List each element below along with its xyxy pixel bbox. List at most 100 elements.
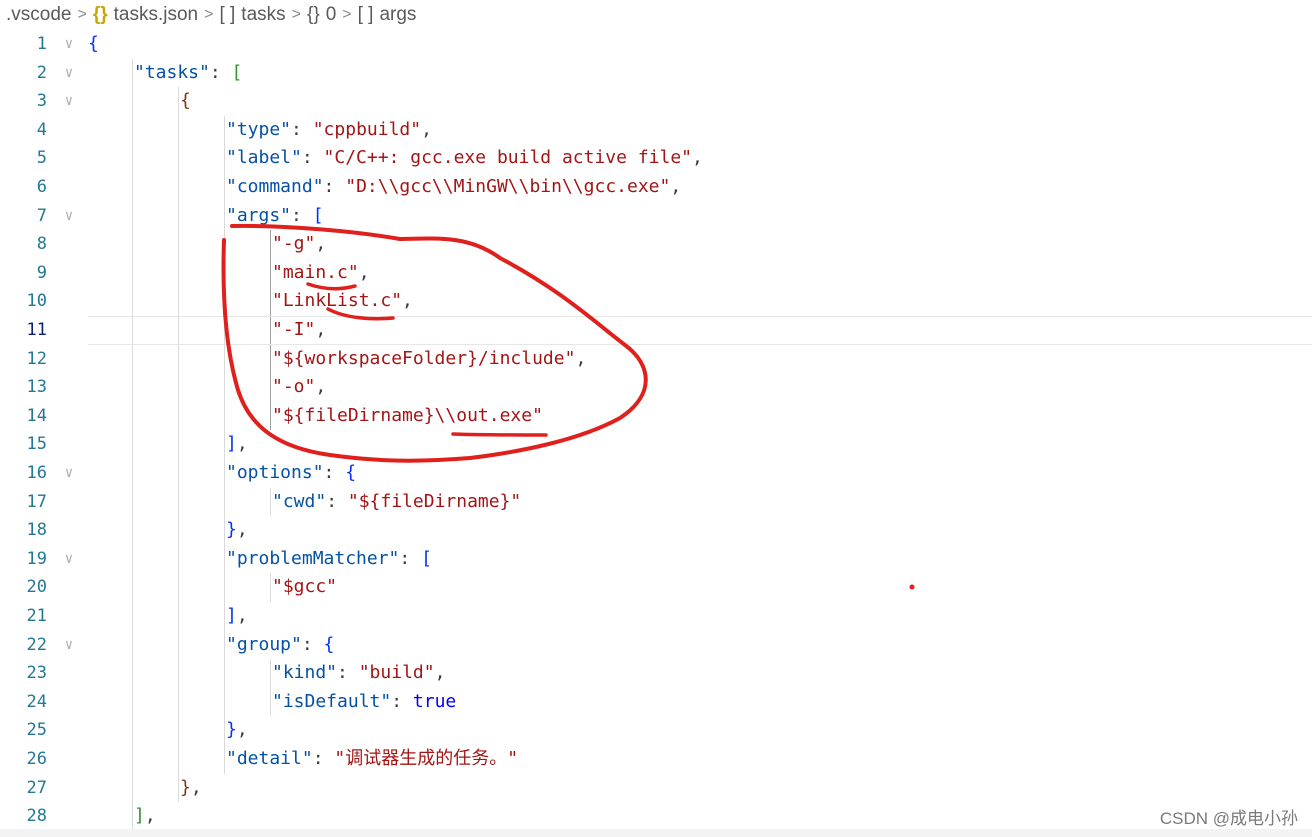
code-line[interactable]: 12 "${workspaceFolder}/include", <box>0 345 1312 374</box>
code-text: "options": { <box>226 459 356 488</box>
code-token: : <box>323 176 346 197</box>
code-line[interactable]: 25}, <box>0 716 1312 745</box>
breadcrumb-item[interactable]: [ ] args <box>358 4 417 26</box>
code-token: { <box>323 633 335 655</box>
code-line[interactable]: 24 "isDefault": true <box>0 688 1312 717</box>
fold-chevron-down-icon[interactable]: ∨ <box>60 87 78 116</box>
code-line[interactable]: 1 ∨ { <box>0 30 1312 59</box>
fold-chevron-down-icon[interactable]: ∨ <box>60 631 78 660</box>
code-token: , <box>421 118 432 140</box>
line-number: 6 <box>36 177 47 197</box>
code-line[interactable]: 22 ∨ "group": { <box>0 631 1312 660</box>
breadcrumb-separator-icon: > <box>291 6 301 23</box>
code-line[interactable]: 2 ∨ "tasks": [ <box>0 59 1312 88</box>
code-line[interactable]: 20 "$gcc" <box>0 573 1312 602</box>
code-token: , <box>190 776 202 798</box>
json-array-icon: [ ] <box>219 4 236 25</box>
code-token: : <box>209 61 232 83</box>
json-array-icon: [ ] <box>357 4 374 25</box>
code-line[interactable]: 3 ∨ { <box>0 87 1312 116</box>
code-token: , <box>236 605 248 626</box>
code-line[interactable]: 10 "LinkList.c", <box>0 287 1312 316</box>
code-token: , <box>236 433 248 455</box>
code-text: "label": "C/C++: gcc.exe build active fi… <box>226 144 703 173</box>
code-token: "$gcc" <box>272 576 338 598</box>
breadcrumb-item[interactable]: [ ] tasks <box>219 4 285 26</box>
code-token: ] <box>134 805 145 827</box>
code-token: } <box>226 519 237 541</box>
code-text: }, <box>180 774 202 803</box>
code-token: { <box>88 33 99 54</box>
code-line[interactable]: 6 "command": "D:\\gcc\\MinGW\\bin\\gcc.ex… <box>0 173 1312 202</box>
code-line[interactable]: 16 ∨ "options": { <box>0 459 1312 488</box>
fold-chevron-down-icon[interactable]: ∨ <box>60 545 78 574</box>
code-token: , <box>670 176 682 197</box>
code-line[interactable]: 5 "label": "C/C++: gcc.exe build active f… <box>0 144 1312 173</box>
code-line[interactable]: 23 "kind": "build", <box>0 659 1312 688</box>
line-number: 27 <box>26 777 47 798</box>
json-object-icon: {} <box>307 4 320 25</box>
line-number: 18 <box>26 520 47 541</box>
fold-chevron-down-icon[interactable]: ∨ <box>60 202 78 231</box>
code-token: "command" <box>226 176 324 197</box>
code-line[interactable]: 18}, <box>0 516 1312 545</box>
code-token: "${fileDirname}\\out.exe" <box>272 404 543 426</box>
breadcrumb-item[interactable]: {} tasks.json <box>93 4 198 26</box>
code-line[interactable]: 26 "detail": "调试器生成的任务。" <box>0 745 1312 774</box>
fold-chevron-down-icon[interactable]: ∨ <box>60 30 78 59</box>
code-token: } <box>180 776 191 798</box>
line-number: 26 <box>26 749 47 769</box>
code-line[interactable]: 8 "-g", <box>0 230 1312 259</box>
code-text: "LinkList.c", <box>272 287 413 316</box>
code-token: "options" <box>226 462 324 483</box>
code-line[interactable]: 9 "main.c", <box>0 259 1312 288</box>
line-number: 8 <box>36 234 47 255</box>
code-token: "isDefault" <box>272 690 392 712</box>
code-token: , <box>236 519 248 541</box>
code-line[interactable]: 19 ∨ "problemMatcher": [ <box>0 545 1312 574</box>
code-text: "tasks": [ <box>134 59 242 88</box>
code-text: { <box>88 30 99 59</box>
fold-chevron-down-icon[interactable]: ∨ <box>60 459 78 488</box>
code-text: ], <box>134 802 156 831</box>
breadcrumb-item[interactable]: .vscode <box>6 4 71 26</box>
code-line[interactable]: 7 ∨ "args": [ <box>0 202 1312 231</box>
code-text: { <box>180 87 191 116</box>
code-token: "-I" <box>272 319 316 340</box>
breadcrumb: .vscode >{} tasks.json >[ ] tasks >{} 0 >[ ] arg… <box>0 0 1312 30</box>
code-line[interactable]: 27}, <box>0 774 1312 803</box>
breadcrumb-label: args <box>379 4 417 25</box>
line-number: 24 <box>26 691 47 712</box>
fold-chevron-down-icon[interactable]: ∨ <box>60 59 78 88</box>
code-token: [ <box>231 61 243 83</box>
code-line[interactable]: 21], <box>0 602 1312 631</box>
code-token: : <box>326 490 348 512</box>
code-token: : <box>301 633 324 655</box>
code-line[interactable]: 28], <box>0 802 1312 831</box>
line-number: 14 <box>26 405 47 426</box>
code-token: , <box>575 347 587 369</box>
code-token: , <box>144 805 156 827</box>
code-editor[interactable]: 1 ∨{2 ∨ "tasks": [3 ∨{4 "type": "cppbuild", 5 "… <box>0 30 1312 831</box>
code-line[interactable]: 17 "cwd": "${fileDirname}" <box>0 488 1312 517</box>
line-number: 16 <box>26 463 47 483</box>
code-text: "cwd": "${fileDirname}" <box>272 488 521 517</box>
code-line[interactable]: 13 "-o", <box>0 373 1312 402</box>
code-token: : <box>337 662 359 684</box>
line-number: 13 <box>26 377 47 398</box>
code-text: "$gcc" <box>272 573 337 602</box>
code-token: { <box>180 90 191 112</box>
code-line[interactable]: 11 "-I", <box>0 316 1312 345</box>
code-text: "command": "D:\\gcc\\MinGW\\bin\\gcc.exe… <box>226 173 681 202</box>
line-number: 3 <box>36 91 47 112</box>
code-line[interactable]: 15], <box>0 430 1312 459</box>
line-number: 5 <box>36 148 47 169</box>
code-line[interactable]: 14 "${fileDirname}\\out.exe" <box>0 402 1312 431</box>
breadcrumb-item[interactable]: {} 0 <box>307 4 336 26</box>
code-line[interactable]: 4 "type": "cppbuild", <box>0 116 1312 145</box>
breadcrumb-label: .vscode <box>6 4 72 25</box>
code-token: : <box>291 118 313 140</box>
code-token: "LinkList.c" <box>272 290 403 312</box>
breadcrumb-separator-icon: > <box>342 6 352 23</box>
code-token: { <box>345 462 357 483</box>
